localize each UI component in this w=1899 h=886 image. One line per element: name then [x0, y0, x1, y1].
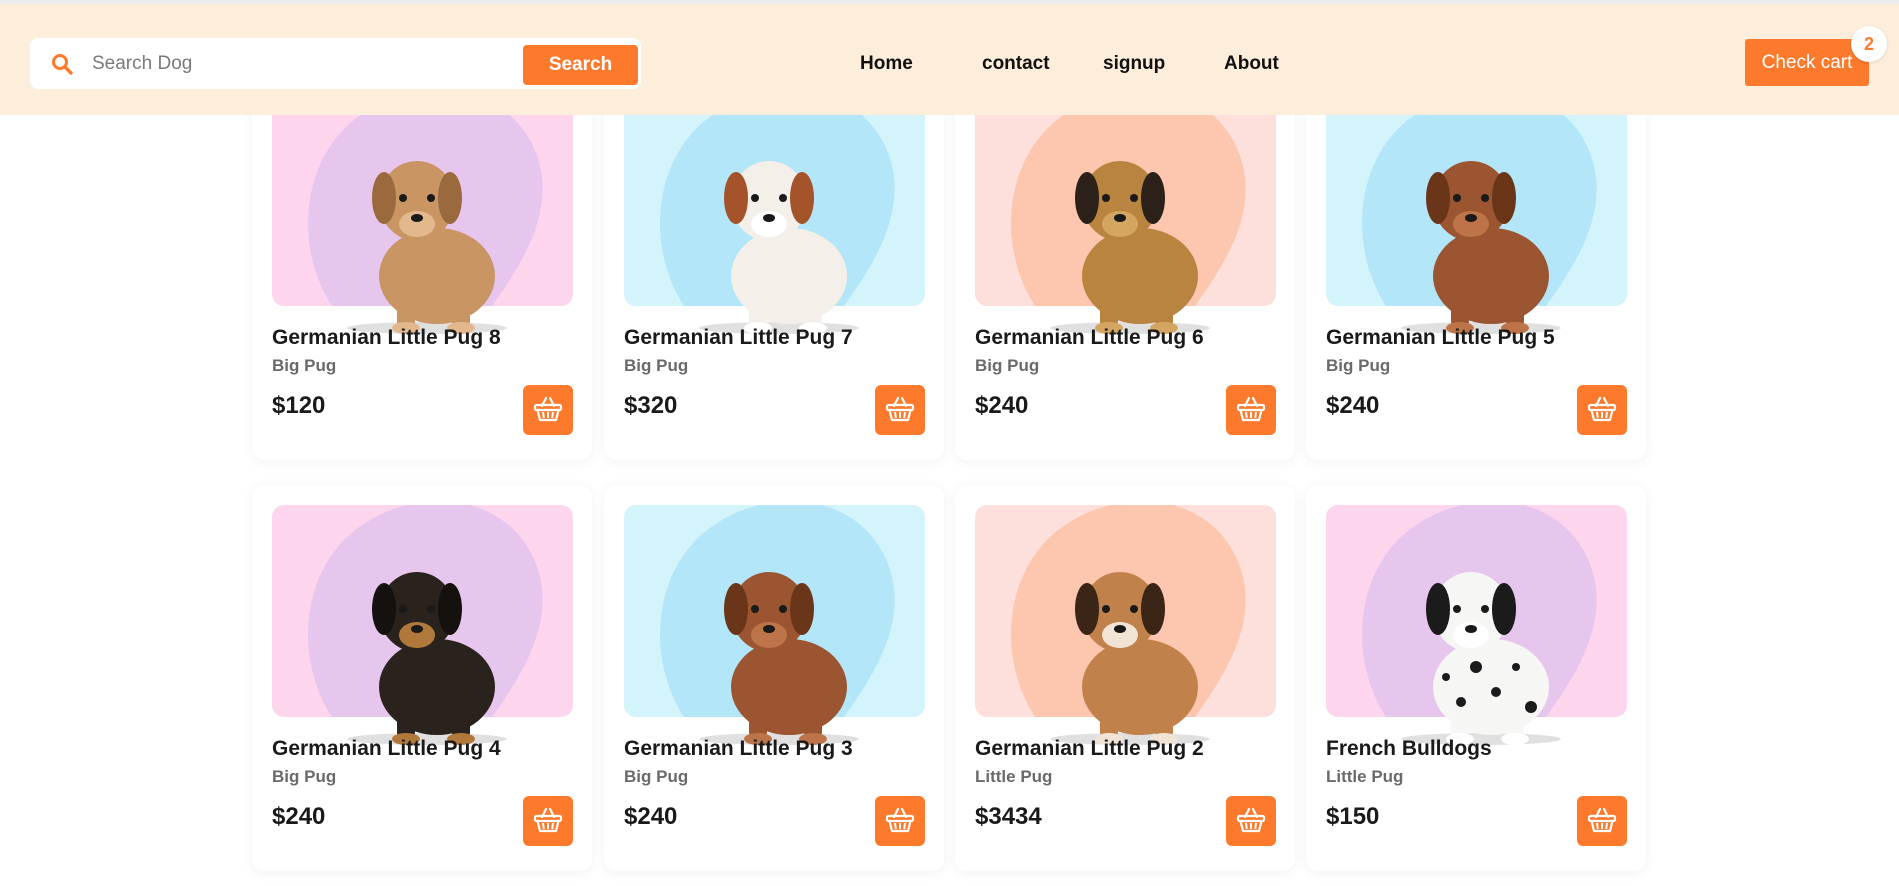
add-to-cart-button[interactable]: [523, 385, 573, 435]
add-to-cart-button[interactable]: [523, 796, 573, 846]
product-price: $240: [272, 803, 326, 830]
add-to-cart-button[interactable]: [875, 385, 925, 435]
mastiff-puppy-photo: [1356, 106, 1596, 336]
product-image: [624, 505, 925, 745]
yorkie-puppy-photo: [302, 517, 542, 747]
add-to-cart-button[interactable]: [875, 796, 925, 846]
basket-icon: [884, 393, 916, 428]
product-price: $240: [1326, 392, 1380, 419]
product-title: Germanian Little Pug 8: [272, 326, 501, 349]
product-image: [272, 94, 573, 334]
mastiff-puppy-photo: [654, 517, 894, 747]
product-image: [1326, 505, 1627, 745]
add-to-cart-button[interactable]: [1226, 385, 1276, 435]
product-title: Germanian Little Pug 5: [1326, 326, 1555, 349]
product-category: Big Pug: [624, 767, 689, 786]
add-to-cart-button[interactable]: [1577, 796, 1627, 846]
product-image: [975, 94, 1276, 334]
search-button[interactable]: Search: [523, 45, 638, 85]
shepherd-dog-photo: [1005, 106, 1245, 336]
product-card[interactable]: Germanian Little Pug 2 Little Pug $3434: [955, 485, 1295, 871]
basket-icon: [532, 393, 564, 428]
product-card[interactable]: French Bulldogs Little Pug $150: [1306, 485, 1646, 871]
dalmatian-dog-photo: [1356, 517, 1596, 747]
product-price: $320: [624, 392, 678, 419]
basket-icon: [884, 804, 916, 839]
product-category: Big Pug: [272, 767, 337, 786]
product-image: [624, 94, 925, 334]
header-bar: Search Home contact signup About Check c…: [0, 4, 1899, 115]
basket-icon: [1586, 804, 1618, 839]
product-category: Little Pug: [1326, 767, 1404, 786]
basket-icon: [1586, 393, 1618, 428]
product-category: Big Pug: [624, 356, 689, 375]
product-price: $120: [272, 392, 326, 419]
product-image: [975, 505, 1276, 745]
product-title: Germanian Little Pug 2: [975, 737, 1204, 760]
product-price: $240: [975, 392, 1029, 419]
nav-contact-link[interactable]: contact: [982, 53, 1050, 75]
product-title: Germanian Little Pug 3: [624, 737, 853, 760]
product-card[interactable]: Germanian Little Pug 7 Big Pug $320: [604, 74, 944, 460]
product-title: French Bulldogs: [1326, 737, 1492, 760]
product-title: Germanian Little Pug 6: [975, 326, 1204, 349]
product-card[interactable]: Germanian Little Pug 8 Big Pug $120: [252, 74, 592, 460]
product-category: Big Pug: [272, 356, 337, 375]
product-category: Big Pug: [975, 356, 1040, 375]
cart-count-badge: 2: [1851, 26, 1887, 62]
search-icon: [52, 54, 73, 75]
product-card[interactable]: Germanian Little Pug 4 Big Pug $240: [252, 485, 592, 871]
product-category: Little Pug: [975, 767, 1053, 786]
product-card[interactable]: Germanian Little Pug 6 Big Pug $240: [955, 74, 1295, 460]
basket-icon: [1235, 393, 1267, 428]
boxer-puppy-photo: [1005, 517, 1245, 747]
basket-icon: [532, 804, 564, 839]
add-to-cart-button[interactable]: [1577, 385, 1627, 435]
product-page: Search Home contact signup About Check c…: [0, 0, 1899, 886]
search-box: Search: [30, 38, 641, 89]
nav-about-link[interactable]: About: [1224, 53, 1279, 75]
product-image: [272, 505, 573, 745]
spaniel-dog-photo: [654, 106, 894, 336]
product-title: Germanian Little Pug 7: [624, 326, 853, 349]
product-price: $150: [1326, 803, 1380, 830]
product-category: Big Pug: [1326, 356, 1391, 375]
product-title: Germanian Little Pug 4: [272, 737, 501, 760]
nav-home-link[interactable]: Home: [860, 53, 913, 75]
product-image: [1326, 94, 1627, 334]
product-price: $3434: [975, 803, 1042, 830]
product-price: $240: [624, 803, 678, 830]
basket-icon: [1235, 804, 1267, 839]
add-to-cart-button[interactable]: [1226, 796, 1276, 846]
shar-pei-dog-photo: [302, 106, 542, 336]
product-card[interactable]: Germanian Little Pug 3 Big Pug $240: [604, 485, 944, 871]
nav-signup-link[interactable]: signup: [1103, 53, 1165, 75]
product-card[interactable]: Germanian Little Pug 5 Big Pug $240: [1306, 74, 1646, 460]
search-input[interactable]: [92, 46, 532, 82]
